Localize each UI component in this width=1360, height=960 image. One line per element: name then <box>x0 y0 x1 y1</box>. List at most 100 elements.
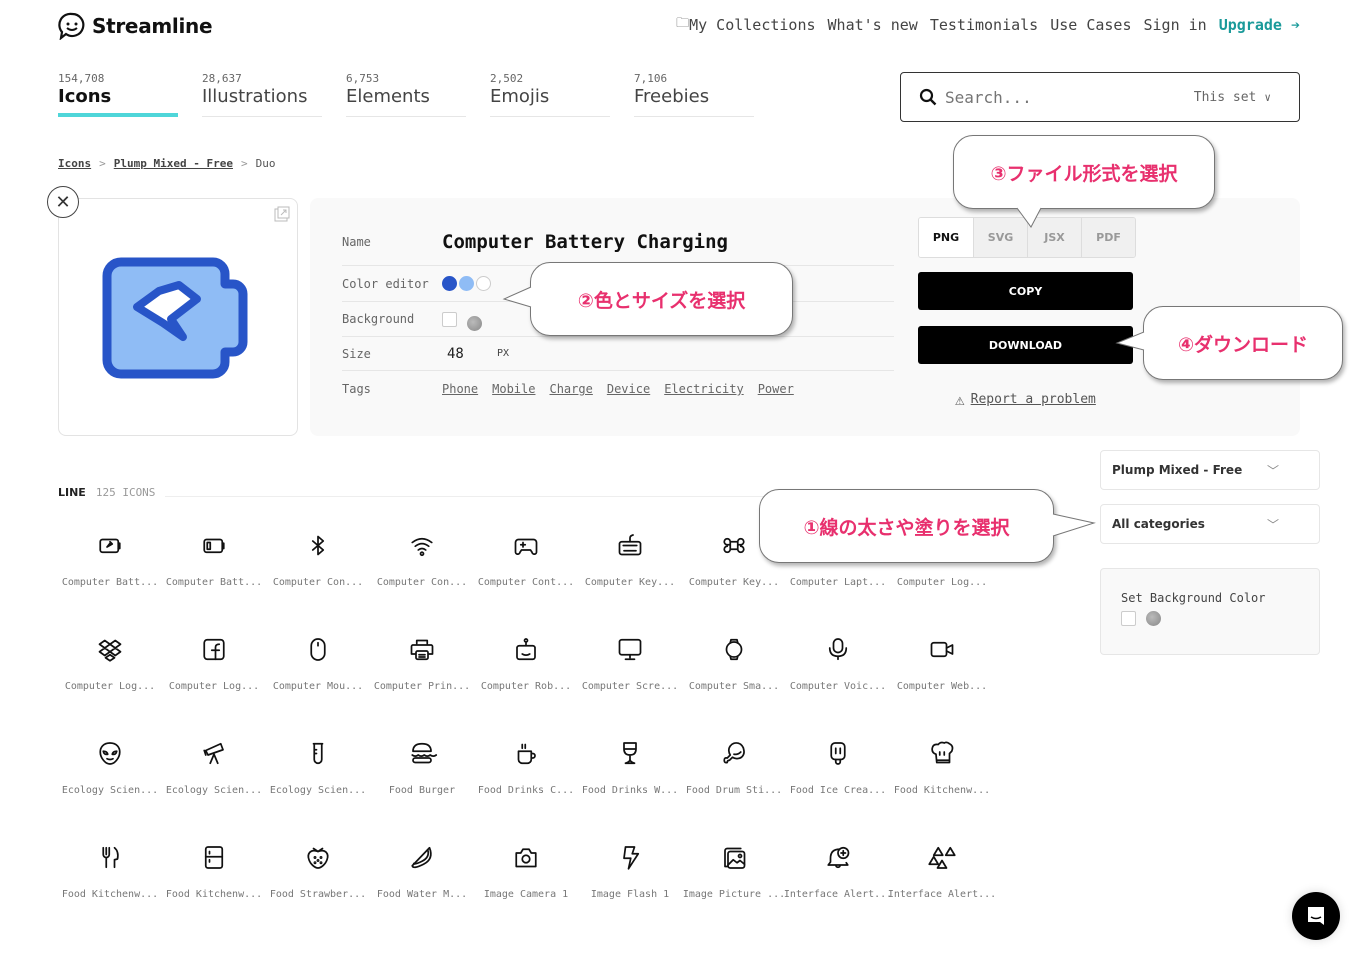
icon-grid-item[interactable]: Computer Prin... <box>370 636 474 692</box>
nav-my-collections[interactable]: My Collections <box>689 16 815 34</box>
color-swatch-secondary[interactable] <box>459 276 474 291</box>
icon-grid-item[interactable]: Food Kitchenw... <box>890 740 994 796</box>
format-pdf[interactable]: PDF <box>1081 218 1135 257</box>
nav-use-cases[interactable]: Use Cases <box>1050 16 1131 34</box>
breadcrumb-set[interactable]: Plump Mixed - Free <box>114 157 233 170</box>
battery-icon <box>203 538 225 554</box>
fridge-icon <box>204 846 224 869</box>
icon-grid-item[interactable]: Computer Web... <box>890 636 994 692</box>
bell-plus-icon <box>827 846 850 869</box>
icon-grid-item[interactable]: Computer Batt... <box>58 532 162 588</box>
icon-grid-item[interactable]: Food Water M... <box>370 844 474 900</box>
icon-grid-item[interactable]: Computer Log... <box>58 636 162 692</box>
set-dropdown[interactable]: Plump Mixed - Free ﹀ <box>1100 450 1320 490</box>
battery-charging-icon <box>102 257 248 379</box>
alien-icon <box>99 742 121 765</box>
icon-grid-item[interactable]: Food Drum Sti... <box>682 740 786 796</box>
background-gray-swatch[interactable] <box>1146 611 1161 626</box>
logo[interactable]: Streamline <box>58 12 213 40</box>
search-scope-dropdown[interactable]: This set ∨ <box>1194 90 1271 105</box>
icon-grid-item[interactable]: Computer Rob... <box>474 636 578 692</box>
icon-grid: Computer Batt... Computer Batt... Computer… <box>58 532 996 900</box>
size-label: Size <box>342 346 371 361</box>
background-gray-swatch[interactable] <box>467 315 482 331</box>
tag-link[interactable]: Electricity <box>664 382 743 396</box>
background-checkbox[interactable] <box>442 311 457 327</box>
color-label: Color editor <box>342 276 429 291</box>
color-swatch-tertiary[interactable] <box>476 276 491 291</box>
icon-grid-item[interactable]: Image Camera 1 <box>474 844 578 900</box>
tag-link[interactable]: Charge <box>549 382 592 396</box>
icon-caption: Computer Sma... <box>688 681 780 692</box>
icon-grid-item[interactable]: Interface Alert... <box>888 844 996 900</box>
icon-grid-item[interactable]: Computer Log... <box>162 636 266 692</box>
tab-label: Emojis <box>490 86 550 107</box>
section-style: LINE <box>58 486 86 499</box>
color-swatch-primary[interactable] <box>442 276 457 291</box>
tab-illustrations[interactable]: 28,637 Illustrations <box>202 72 322 117</box>
tab-count: 7,106 <box>634 72 668 85</box>
icon-grid-item[interactable]: Food Kitchenw... <box>162 844 266 900</box>
breadcrumb: Icons > Plump Mixed - Free > Duo <box>58 157 275 170</box>
copy-button[interactable]: COPY <box>918 272 1133 310</box>
icon-grid-item[interactable]: Computer Sma... <box>682 636 786 692</box>
icon-grid-item[interactable]: Computer Con... <box>266 532 370 588</box>
nav-sign-in[interactable]: Sign in <box>1144 16 1207 34</box>
tab-icons[interactable]: 154,708 Icons <box>58 72 178 117</box>
tab-freebies[interactable]: 7,106 Freebies <box>634 72 754 117</box>
icon-grid-item[interactable]: Computer Cont... <box>474 532 578 588</box>
tag-link[interactable]: Power <box>758 382 794 396</box>
printer-icon <box>410 639 434 661</box>
icon-grid-item[interactable]: Computer Mou... <box>266 636 370 692</box>
format-png[interactable]: PNG <box>919 218 973 257</box>
icon-grid-item[interactable]: Ecology Scien... <box>266 740 370 796</box>
tag-link[interactable]: Mobile <box>492 382 535 396</box>
keyboard-icon <box>618 534 642 556</box>
icon-grid-item[interactable]: Computer Con... <box>370 532 474 588</box>
icon-grid-item[interactable]: Image Flash 1 <box>578 844 682 900</box>
icon-caption: Food Kitchenw... <box>165 889 263 900</box>
icon-grid-item[interactable]: Food Ice Crea... <box>786 740 890 796</box>
icon-grid-item[interactable]: Image Picture ... <box>682 844 786 900</box>
wine-icon <box>623 742 637 765</box>
mouse-icon <box>310 638 326 661</box>
icon-grid-item[interactable]: Computer Scre... <box>578 636 682 692</box>
chat-button[interactable] <box>1292 892 1340 940</box>
cup-icon <box>517 743 536 765</box>
strawberry-icon <box>307 847 329 869</box>
search-input[interactable] <box>945 87 1194 107</box>
icon-grid-item[interactable]: Food Drinks W... <box>578 740 682 796</box>
close-button[interactable]: ✕ <box>47 186 79 218</box>
icon-grid-item[interactable]: Food Strawber... <box>266 844 370 900</box>
background-checkbox[interactable] <box>1121 611 1136 626</box>
breadcrumb-icons[interactable]: Icons <box>58 157 91 170</box>
expand-icon[interactable] <box>274 206 290 222</box>
icon-caption: Food Burger <box>388 785 456 796</box>
icon-grid-item[interactable]: Ecology Scien... <box>58 740 162 796</box>
download-button[interactable]: DOWNLOAD <box>918 326 1133 364</box>
icon-grid-item[interactable]: Food Drinks C... <box>474 740 578 796</box>
icon-grid-item[interactable]: Computer Voic... <box>786 636 890 692</box>
tags-row: Tags Phone Mobile Charge Device Electricity P… <box>342 371 894 407</box>
tab-elements[interactable]: 6,753 Elements <box>346 72 466 117</box>
icon-grid-item[interactable]: Computer Batt... <box>162 532 266 588</box>
icon-caption: Computer Scre... <box>581 681 679 692</box>
icon-grid-item[interactable]: Food Kitchenw... <box>58 844 162 900</box>
icon-grid-item[interactable]: Ecology Scien... <box>162 740 266 796</box>
upgrade-link[interactable]: Upgrade ➔ <box>1219 16 1300 34</box>
chevron-down-icon: ﹀ <box>1266 463 1279 478</box>
category-dropdown[interactable]: All categories ﹀ <box>1100 504 1320 544</box>
nav-whats-new[interactable]: What's new <box>828 16 918 34</box>
nav-testimonials[interactable]: Testimonials <box>930 16 1038 34</box>
tag-link[interactable]: Device <box>607 382 650 396</box>
icon-grid-item[interactable]: Food Burger <box>370 740 474 796</box>
icon-grid-item[interactable]: Computer Key... <box>578 532 682 588</box>
tag-link[interactable]: Phone <box>442 382 478 396</box>
cutlery-icon <box>102 846 119 869</box>
icon-grid-item[interactable]: Interface Alert... <box>784 844 892 900</box>
size-input[interactable]: 48 <box>447 346 497 362</box>
tab-emojis[interactable]: 2,502 Emojis <box>490 72 610 117</box>
facebook-icon <box>203 638 225 661</box>
bluetooth-icon <box>311 535 325 556</box>
report-problem-link[interactable]: ⚠ Report a problem <box>955 390 1096 409</box>
